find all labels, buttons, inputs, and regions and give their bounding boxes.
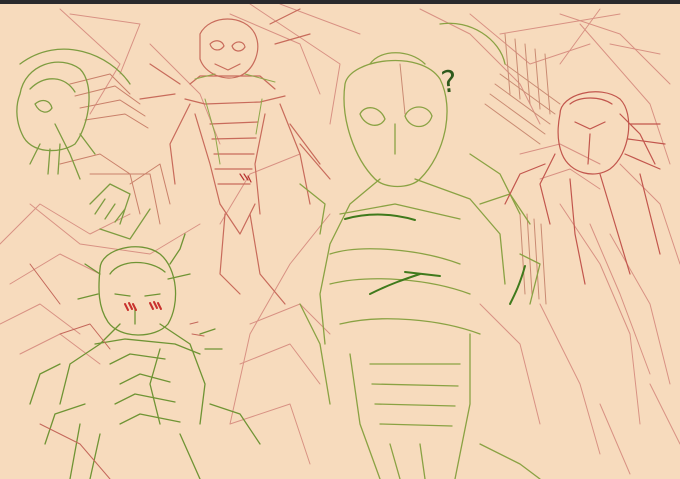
central-figure-dark-strokes xyxy=(344,213,526,305)
question-mark-annotation: ? xyxy=(439,64,459,101)
top-center-figure-sketch xyxy=(139,8,331,305)
top-left-head-sketch xyxy=(16,48,151,240)
sketch-layer xyxy=(0,4,680,479)
background-red-sketch xyxy=(0,4,680,475)
central-figure-sketch xyxy=(299,22,541,479)
right-figure-sketch xyxy=(504,91,666,285)
bottom-left-red-accents xyxy=(29,263,205,479)
bottom-left-figure-sketch xyxy=(29,233,261,479)
drawing-canvas[interactable]: ? xyxy=(0,4,680,479)
bottom-left-blush xyxy=(124,301,162,311)
wing-stripe-details xyxy=(399,33,561,305)
top-center-green-overlay xyxy=(194,73,276,165)
